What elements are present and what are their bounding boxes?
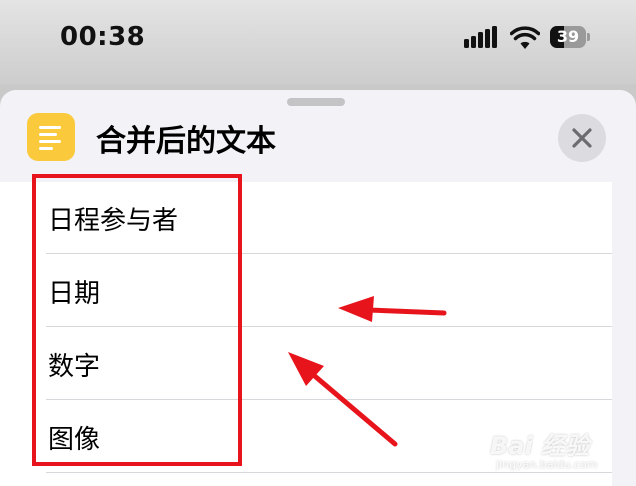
arrow-left-icon <box>338 296 447 322</box>
watermark: Bai 经验 jingyan.baidu.com <box>490 422 630 482</box>
watermark-logo: Bai 经验 <box>490 432 590 460</box>
annotation-arrows <box>288 296 447 447</box>
watermark-url: jingyan.baidu.com <box>496 458 598 471</box>
arrow-up-left-icon <box>288 352 398 447</box>
